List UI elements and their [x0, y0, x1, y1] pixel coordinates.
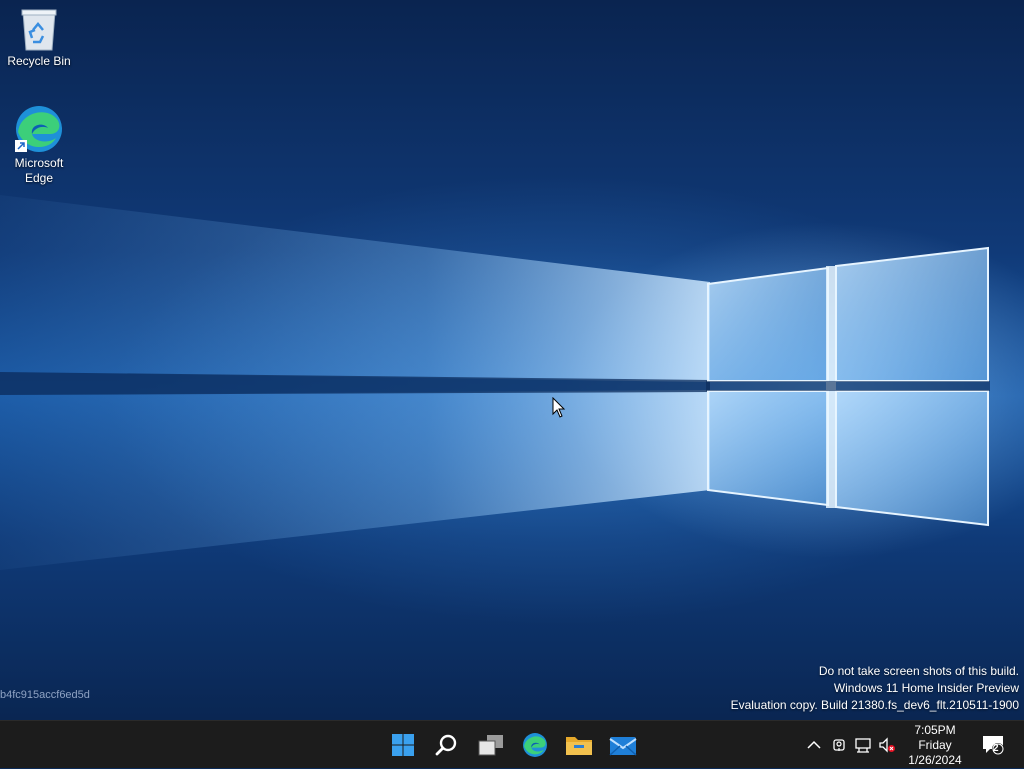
desktop[interactable]: Recycle Bin Microsoft Edge b4fc915accf6e… [0, 0, 1024, 720]
meet-now-button[interactable] [829, 721, 849, 769]
edge-icon [15, 106, 62, 152]
search-button[interactable] [425, 721, 469, 769]
taskbar-edge-button[interactable] [513, 721, 557, 769]
volume-muted-icon [879, 737, 895, 753]
notification-center-button[interactable]: 2 [980, 721, 1008, 769]
clock-time: 7:05PM [914, 723, 956, 737]
edge-label-line2: Edge [24, 171, 54, 185]
recycle-bin-shortcut[interactable]: Recycle Bin [1, 8, 77, 69]
task-view-button[interactable] [469, 721, 513, 769]
watermark-line-2: Windows 11 Home Insider Preview [833, 681, 1019, 695]
notification-count-badge: 2 [993, 743, 999, 754]
mail-icon [609, 737, 637, 756]
task-view-icon [478, 735, 503, 756]
clock-day: Friday [918, 738, 952, 752]
edge-label-line1: Microsoft [14, 156, 64, 170]
mouse-cursor-icon [552, 397, 566, 418]
volume-button[interactable] [877, 721, 897, 769]
clock[interactable]: 7:05PM Friday 1/26/2024 [902, 723, 968, 768]
mail-button[interactable] [601, 721, 645, 769]
clock-date: 1/26/2024 [908, 753, 962, 767]
build-hash-text: b4fc915accf6ed5d [0, 689, 90, 701]
chevron-up-icon [807, 740, 821, 749]
folder-icon [566, 737, 592, 755]
file-explorer-button[interactable] [557, 721, 601, 769]
show-hidden-icons-button[interactable] [805, 721, 823, 769]
windows-logo-icon [392, 734, 414, 756]
evaluation-watermark: Do not take screen shots of this build. … [731, 663, 1019, 714]
start-button[interactable] [381, 721, 425, 769]
wallpaper [0, 195, 990, 570]
edge-shortcut[interactable]: Microsoft Edge [1, 104, 77, 186]
taskbar: 7:05PM Friday 1/26/2024 2 [0, 720, 1024, 768]
watermark-line-3: Evaluation copy. Build 21380.fs_dev6_flt… [730, 698, 1019, 712]
meet-now-icon [833, 739, 845, 751]
watermark-line-1: Do not take screen shots of this build. [818, 664, 1019, 678]
search-icon [435, 734, 457, 756]
recycle-bin-icon [21, 9, 57, 51]
network-icon [855, 738, 871, 753]
recycle-bin-label: Recycle Bin [7, 54, 71, 68]
edge-icon [523, 733, 547, 757]
network-button[interactable] [853, 721, 873, 769]
